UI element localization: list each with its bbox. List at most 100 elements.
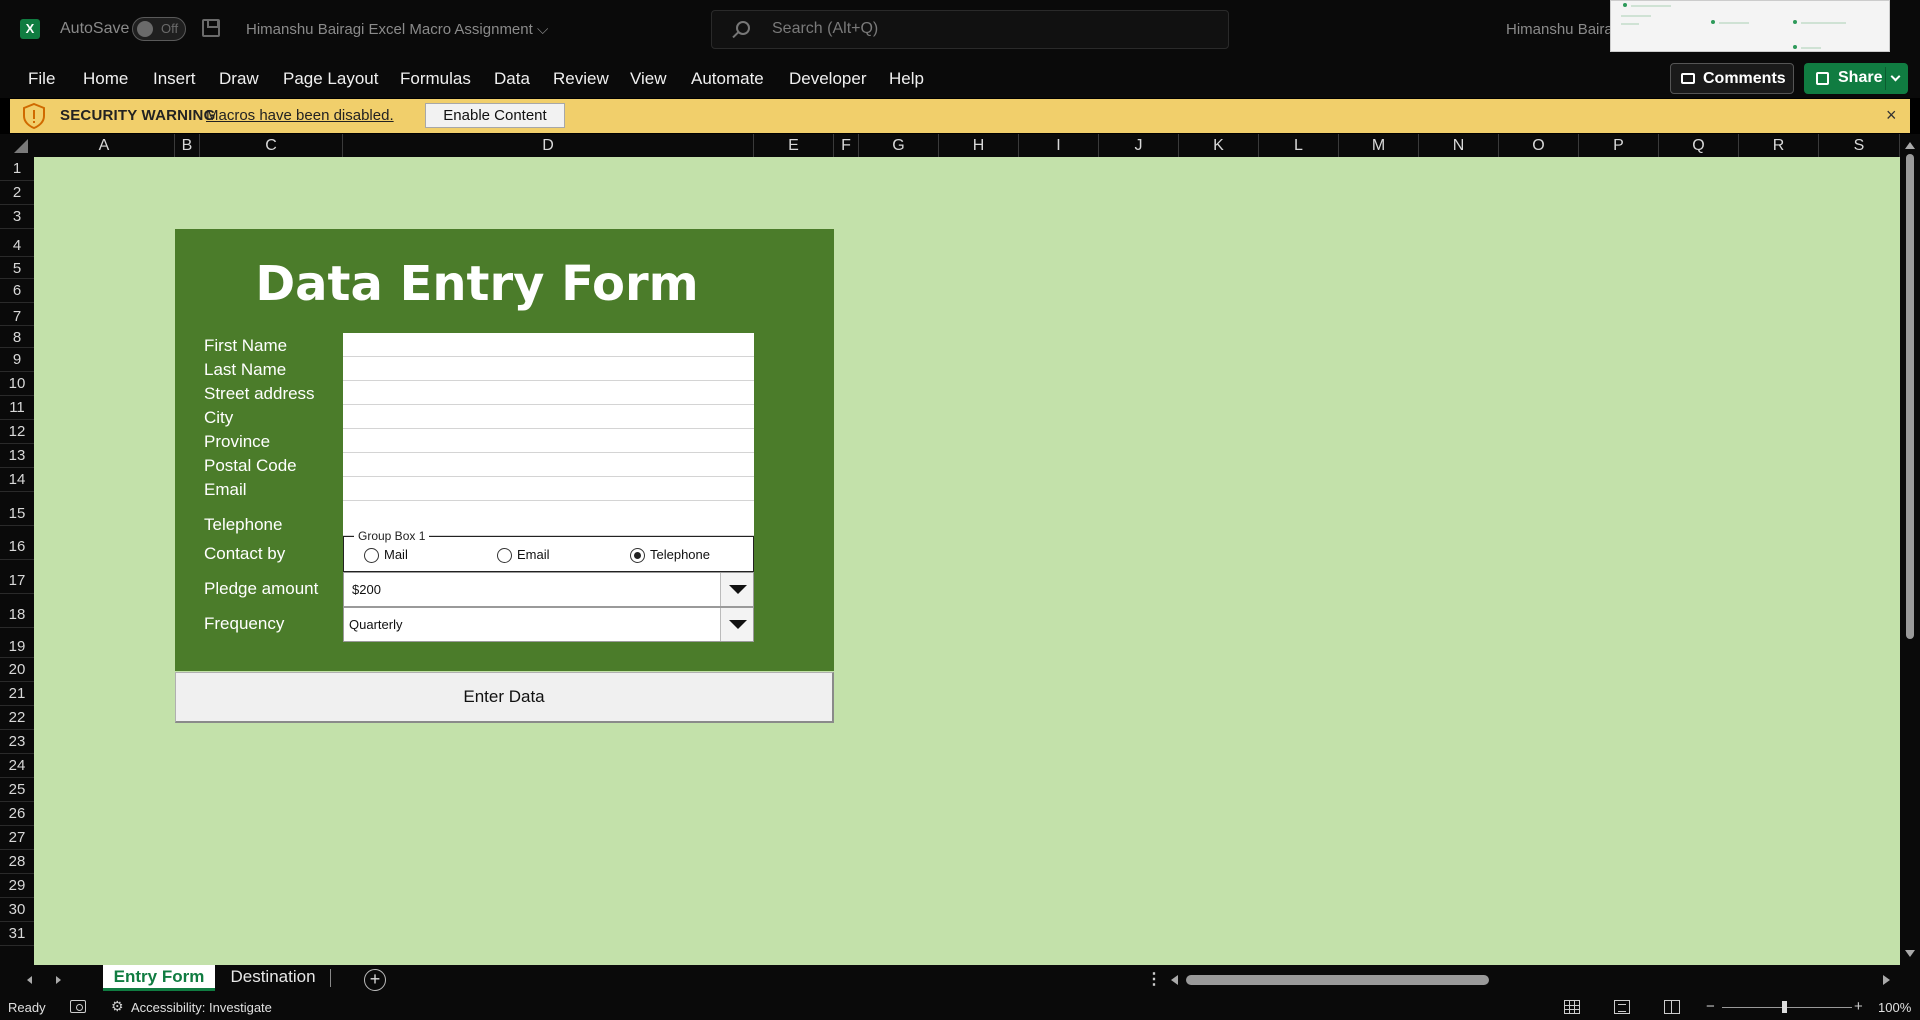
page-break-view-icon[interactable] xyxy=(1664,1000,1680,1014)
email-radio[interactable] xyxy=(497,548,512,563)
telephone-radio[interactable] xyxy=(630,548,645,563)
column-header-i[interactable]: I xyxy=(1019,134,1099,157)
row-header-12[interactable]: 12 xyxy=(0,420,34,444)
row-header-18[interactable]: 18 xyxy=(0,594,34,628)
row-header-8[interactable]: 8 xyxy=(0,326,34,348)
row-header-24[interactable]: 24 xyxy=(0,754,34,778)
tab-draw[interactable]: Draw xyxy=(219,69,259,89)
row-header-16[interactable]: 16 xyxy=(0,526,34,560)
column-header-o[interactable]: O xyxy=(1499,134,1579,157)
tab-help[interactable]: Help xyxy=(889,69,924,89)
chevron-down-icon[interactable] xyxy=(1890,71,1901,82)
row-header-1[interactable]: 1 xyxy=(0,157,34,181)
macros-disabled-link[interactable]: Macros have been disabled. xyxy=(206,107,394,124)
tab-review[interactable]: Review xyxy=(553,69,609,89)
column-header-g[interactable]: G xyxy=(859,134,939,157)
pledge-amount-dropdown[interactable]: $200 xyxy=(343,572,754,607)
scroll-up-icon[interactable] xyxy=(1905,142,1915,149)
row-header-19[interactable]: 19 xyxy=(0,628,34,658)
column-header-j[interactable]: J xyxy=(1099,134,1179,157)
chevron-down-icon[interactable] xyxy=(720,573,753,606)
column-header-m[interactable]: M xyxy=(1339,134,1419,157)
tab-formulas[interactable]: Formulas xyxy=(400,69,471,89)
row-header-15[interactable]: 15 xyxy=(0,492,34,526)
column-header-r[interactable]: R xyxy=(1739,134,1819,157)
column-header-p[interactable]: P xyxy=(1579,134,1659,157)
tab-automate[interactable]: Automate xyxy=(691,69,764,89)
row-header-7[interactable]: 7 xyxy=(0,303,34,326)
row-header-14[interactable]: 14 xyxy=(0,468,34,492)
column-header-q[interactable]: Q xyxy=(1659,134,1739,157)
comments-button[interactable]: Comments xyxy=(1670,63,1794,94)
zoom-slider[interactable] xyxy=(1722,1007,1852,1008)
telephone-radio-label[interactable]: Telephone xyxy=(650,547,710,562)
column-header-k[interactable]: K xyxy=(1179,134,1259,157)
row-header-20[interactable]: 20 xyxy=(0,658,34,682)
first-name-input[interactable] xyxy=(343,333,754,357)
row-header-23[interactable]: 23 xyxy=(0,730,34,754)
tab-developer[interactable]: Developer xyxy=(789,69,867,89)
row-header-27[interactable]: 27 xyxy=(0,826,34,850)
macro-record-icon[interactable] xyxy=(70,1000,86,1013)
column-header-e[interactable]: E xyxy=(754,134,834,157)
close-icon[interactable]: × xyxy=(1886,105,1897,126)
row-header-9[interactable]: 9 xyxy=(0,348,34,372)
user-name[interactable]: Himanshu Baira xyxy=(1506,21,1613,38)
scroll-down-icon[interactable] xyxy=(1905,950,1915,957)
column-header-b[interactable]: B xyxy=(175,134,200,157)
row-header-11[interactable]: 11 xyxy=(0,396,34,420)
postal-code-input[interactable] xyxy=(343,453,754,477)
row-header-3[interactable]: 3 xyxy=(0,205,34,229)
tab-view[interactable]: View xyxy=(630,69,667,89)
sheet-tab-destination[interactable]: Destination xyxy=(220,965,326,991)
zoom-out-icon[interactable]: − xyxy=(1706,998,1715,1015)
province-input[interactable] xyxy=(343,429,754,453)
row-header-30[interactable]: 30 xyxy=(0,898,34,922)
row-header-26[interactable]: 26 xyxy=(0,802,34,826)
row-header-10[interactable]: 10 xyxy=(0,372,34,396)
column-header-s[interactable]: S xyxy=(1819,134,1900,157)
mail-radio-label[interactable]: Mail xyxy=(384,547,408,562)
search-box[interactable]: Search (Alt+Q) xyxy=(711,10,1229,49)
select-all-corner[interactable] xyxy=(14,139,28,153)
mail-radio[interactable] xyxy=(364,548,379,563)
column-header-h[interactable]: H xyxy=(939,134,1019,157)
email-radio-label[interactable]: Email xyxy=(517,547,550,562)
vertical-scroll-thumb[interactable] xyxy=(1906,154,1914,639)
tab-insert[interactable]: Insert xyxy=(153,69,196,89)
row-header-2[interactable]: 2 xyxy=(0,181,34,205)
share-button[interactable]: Share xyxy=(1804,63,1908,94)
frequency-dropdown[interactable]: Quarterly xyxy=(343,607,754,642)
row-header-28[interactable]: 28 xyxy=(0,850,34,874)
zoom-level[interactable]: 100% xyxy=(1878,1000,1911,1015)
sheet-tab-entry-form[interactable]: Entry Form xyxy=(103,965,215,991)
city-input[interactable] xyxy=(343,405,754,429)
row-header-21[interactable]: 21 xyxy=(0,682,34,706)
zoom-in-icon[interactable]: + xyxy=(1854,998,1863,1015)
tab-page-layout[interactable]: Page Layout xyxy=(283,69,378,89)
row-header-31[interactable]: 31 xyxy=(0,922,34,946)
row-header-5[interactable]: 5 xyxy=(0,257,34,279)
save-icon[interactable] xyxy=(202,19,220,37)
chevron-right-icon[interactable] xyxy=(56,976,61,984)
tab-data[interactable]: Data xyxy=(494,69,530,89)
row-header-4[interactable]: 4 xyxy=(0,229,34,257)
more-options-icon[interactable]: ⋮ xyxy=(1146,969,1162,989)
column-header-n[interactable]: N xyxy=(1419,134,1499,157)
scroll-right-icon[interactable] xyxy=(1883,975,1890,985)
column-header-f[interactable]: F xyxy=(834,134,859,157)
column-header-a[interactable]: A xyxy=(34,134,175,157)
row-header-13[interactable]: 13 xyxy=(0,444,34,468)
scroll-left-icon[interactable] xyxy=(1171,975,1178,985)
street-address-input[interactable] xyxy=(343,381,754,405)
horizontal-scroll-thumb[interactable] xyxy=(1186,975,1489,985)
row-header-6[interactable]: 6 xyxy=(0,279,34,303)
row-header-22[interactable]: 22 xyxy=(0,706,34,730)
zoom-slider-thumb[interactable] xyxy=(1782,1001,1787,1013)
row-header-29[interactable]: 29 xyxy=(0,874,34,898)
email-input[interactable] xyxy=(343,477,754,501)
document-title[interactable]: Himanshu Bairagi Excel Macro Assignment … xyxy=(246,21,548,38)
page-layout-view-icon[interactable] xyxy=(1614,1000,1630,1014)
accessibility-status[interactable]: Accessibility: Investigate xyxy=(131,1000,272,1015)
chevron-down-icon[interactable] xyxy=(720,608,753,641)
